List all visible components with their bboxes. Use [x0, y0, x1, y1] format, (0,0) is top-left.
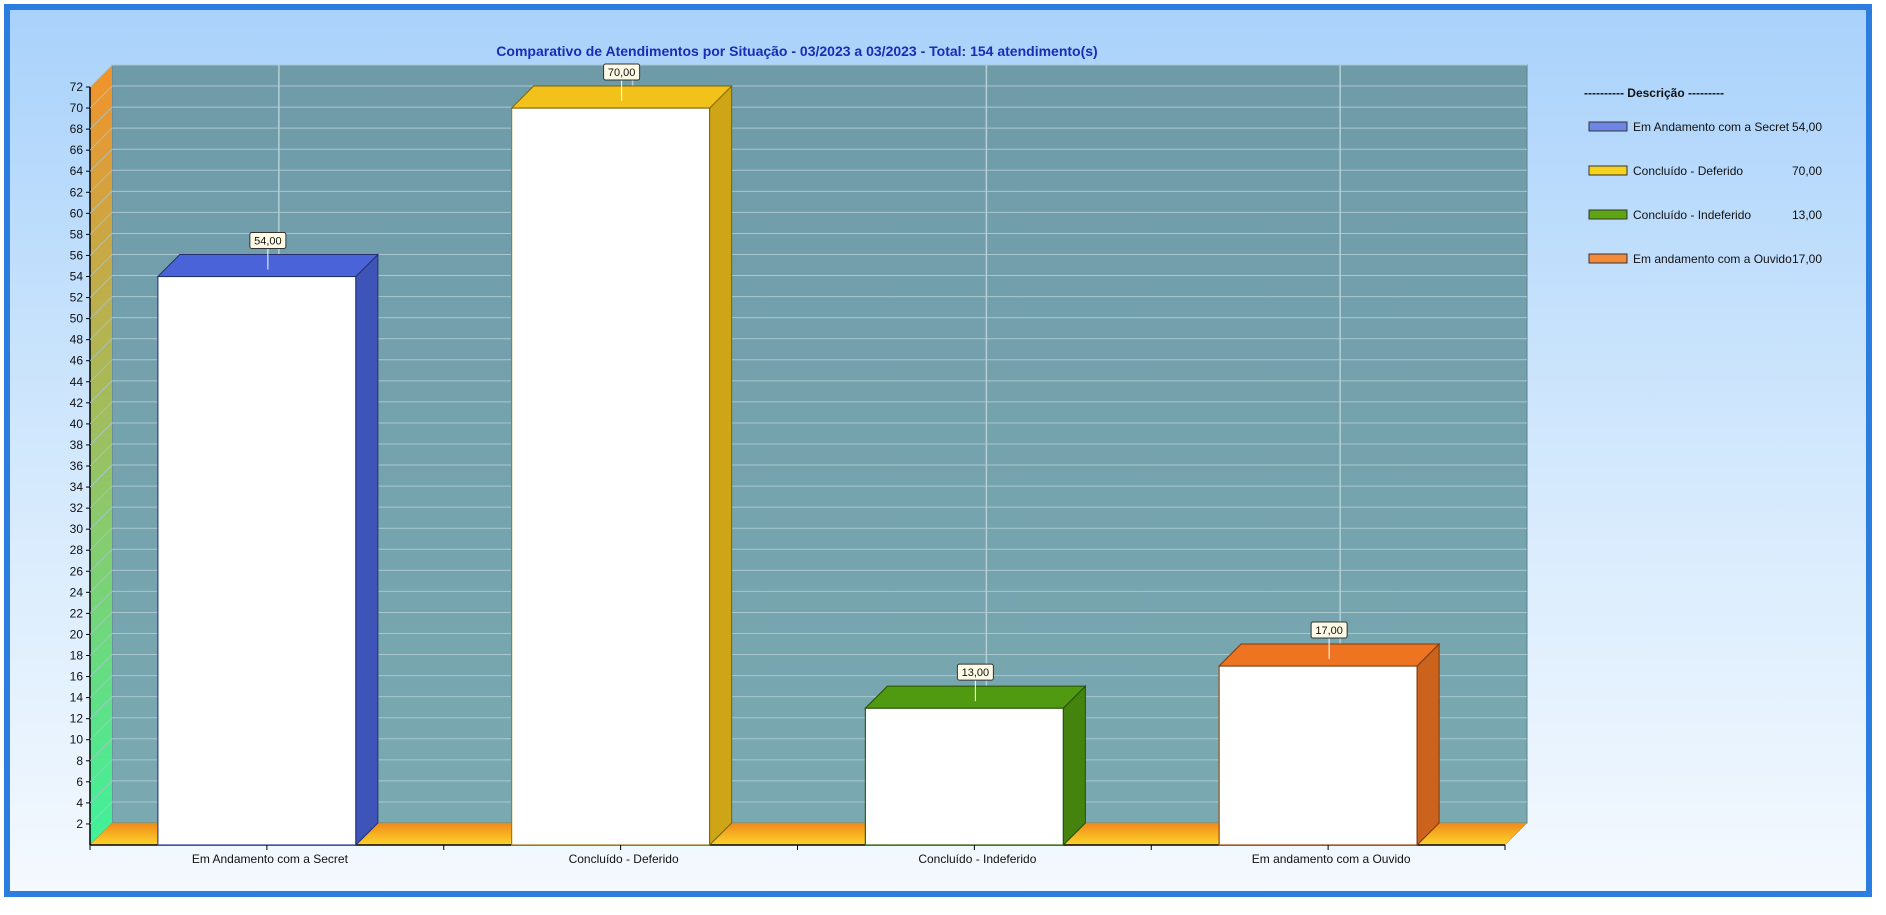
y-tick-label: 48	[70, 333, 84, 347]
legend: ---------- Descrição --------- Em Andame…	[1584, 86, 1822, 266]
legend-item-value: 54,00	[1792, 120, 1822, 134]
y-tick-label: 34	[70, 480, 84, 494]
y-tick-label: 42	[70, 396, 84, 410]
y-tick-label: 16	[70, 670, 84, 684]
y-tick-label: 36	[70, 459, 84, 473]
category-label: Concluído - Deferido	[569, 852, 679, 866]
category-label: Concluído - Indeferido	[918, 852, 1036, 866]
y-tick-label: 64	[70, 164, 84, 178]
y-tick-label: 2	[76, 817, 83, 831]
bar-chart: Comparativo de Atendimentos por Situação…	[70, 43, 1823, 866]
bar-front	[511, 107, 711, 846]
y-tick-label: 32	[70, 501, 84, 515]
bar-side	[1062, 684, 1086, 847]
y-tick-label: 68	[70, 122, 84, 136]
legend-item-value: 70,00	[1792, 164, 1822, 178]
legend-item-value: 17,00	[1792, 252, 1822, 266]
y-tick-label: 50	[70, 312, 84, 326]
y-tick-label: 18	[70, 649, 84, 663]
legend-swatch	[1588, 121, 1628, 132]
y-tick-label: 6	[76, 775, 83, 789]
category-label: Em andamento com a Ouvido	[1252, 852, 1411, 866]
y-tick-label: 52	[70, 291, 84, 305]
legend-item-label: Concluído - Deferido	[1633, 164, 1743, 178]
category-label: Em Andamento com a Secret	[192, 852, 349, 866]
y-tick-label: 72	[70, 80, 84, 94]
legend-swatch	[1588, 253, 1628, 264]
y-tick-label: 8	[76, 754, 83, 768]
y-tick-label: 58	[70, 227, 84, 241]
legend-item-label: Concluído - Indeferido	[1633, 208, 1751, 222]
y-tick-label: 26	[70, 564, 84, 578]
y-tick-label: 30	[70, 522, 84, 536]
bar-front	[1218, 665, 1418, 846]
y-tick-label: 56	[70, 248, 84, 262]
y-axis: 2468101214161820222426283032343638404244…	[70, 80, 90, 831]
legend-swatch	[1588, 209, 1628, 220]
legend-item-value: 13,00	[1792, 208, 1822, 222]
legend-swatch	[1588, 165, 1628, 176]
x-axis: Em Andamento com a Secret Concluído - Def…	[89, 845, 1506, 866]
y-tick-label: 28	[70, 543, 84, 557]
y-tick-label: 46	[70, 354, 84, 368]
bar-front	[157, 275, 357, 846]
chart-title: Comparativo de Atendimentos por Situação…	[496, 43, 1097, 59]
y-tick-label: 24	[70, 585, 84, 599]
y-tick-label: 60	[70, 206, 84, 220]
y-tick-label: 54	[70, 270, 84, 284]
y-tick-label: 44	[70, 375, 84, 389]
y-tick-label: 66	[70, 143, 84, 157]
data-label: 70,00	[608, 67, 636, 79]
legend-item-label: Em Andamento com a Secret	[1633, 120, 1790, 134]
legend-title: ---------- Descrição ---------	[1584, 86, 1724, 100]
bar-front	[864, 707, 1064, 846]
y-tick-label: 40	[70, 417, 84, 431]
y-tick-label: 22	[70, 606, 84, 620]
legend-item-label: Em andamento com a Ouvido	[1633, 252, 1792, 266]
y-tick-label: 70	[70, 101, 84, 115]
y-tick-label: 62	[70, 185, 84, 199]
y-tick-label: 20	[70, 627, 84, 641]
y-tick-label: 12	[70, 712, 84, 726]
bar-side	[709, 84, 733, 847]
bar-side	[355, 253, 379, 847]
data-label: 13,00	[962, 667, 990, 679]
data-label: 54,00	[254, 236, 282, 248]
y-tick-label: 14	[70, 691, 84, 705]
data-label: 17,00	[1315, 625, 1343, 637]
y-tick-label: 38	[70, 438, 84, 452]
y-tick-label: 10	[70, 733, 84, 747]
y-tick-label: 4	[76, 796, 83, 810]
bar-side	[1416, 642, 1440, 847]
